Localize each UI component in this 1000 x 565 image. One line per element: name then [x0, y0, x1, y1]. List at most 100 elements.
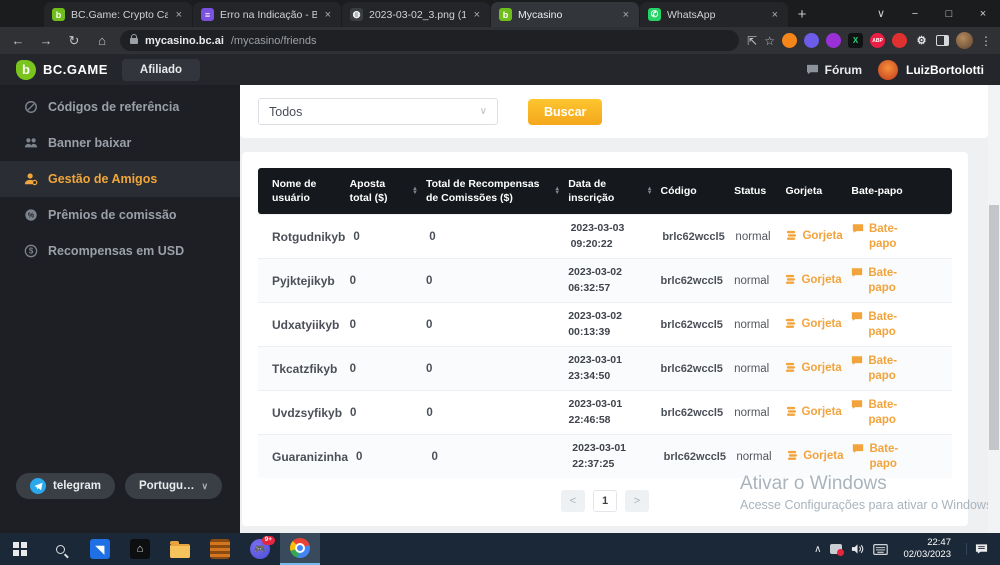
- tray-chevron-up-icon[interactable]: ∧: [814, 544, 821, 555]
- phantom-extension-icon[interactable]: [804, 33, 819, 48]
- exchange-extension-icon[interactable]: X: [848, 33, 863, 48]
- action-center-button[interactable]: [966, 543, 996, 555]
- maximize-button[interactable]: □: [932, 0, 966, 27]
- volume-icon[interactable]: [851, 543, 864, 555]
- taskbar-clock[interactable]: 22:47 02/03/2023: [897, 537, 957, 561]
- prev-page-button[interactable]: <: [561, 490, 585, 512]
- start-button[interactable]: [0, 533, 40, 565]
- metamask-extension-icon[interactable]: [782, 33, 797, 48]
- whatsapp-favicon: ✆: [648, 8, 661, 21]
- minimize-button[interactable]: −: [898, 0, 932, 27]
- tab-title: WhatsApp: [667, 9, 764, 21]
- taskbar-file-explorer[interactable]: [160, 533, 200, 565]
- back-button[interactable]: ←: [8, 33, 28, 48]
- tab-whatsapp[interactable]: ✆ WhatsApp ×: [640, 2, 788, 27]
- bookmark-star-icon[interactable]: ☆: [764, 34, 775, 48]
- tip-link[interactable]: Gorjeta: [785, 361, 851, 376]
- cell-username: Udxatyiikyb: [258, 318, 350, 332]
- tip-link[interactable]: Gorjeta: [785, 273, 851, 288]
- cell-bet: 0: [350, 363, 426, 375]
- tab-mycasino-active[interactable]: b Mycasino ×: [491, 2, 639, 27]
- username-label[interactable]: LuizBortolotti: [906, 63, 984, 77]
- cell-code: brlc62wccl5: [662, 231, 735, 243]
- purple-extension-icon[interactable]: [826, 33, 841, 48]
- side-panel-icon[interactable]: [936, 35, 949, 46]
- tab-close-icon[interactable]: ×: [174, 9, 184, 21]
- sort-icon[interactable]: ▲▼: [647, 187, 653, 196]
- taskbar-games-app[interactable]: 🎮9+: [240, 533, 280, 565]
- table-row: Udxatyiikyb 0 0 2023-03-0200:13:39 brlc6…: [258, 302, 952, 346]
- chat-link[interactable]: Bate-papo: [851, 310, 952, 340]
- tab-erro-indicacao[interactable]: ≡ Erro na Indicação - BC.Game ×: [193, 2, 341, 27]
- system-tray: ∧ 22:47 02/03/2023: [814, 533, 1000, 565]
- tab-close-icon[interactable]: ×: [323, 9, 333, 21]
- search-button[interactable]: Buscar: [528, 99, 602, 125]
- tab-png-image[interactable]: ◍ 2023-03-02_3.png (1024×76 ×: [342, 2, 490, 27]
- col-code: Código: [661, 178, 735, 204]
- reload-button[interactable]: ↻: [64, 33, 84, 49]
- chat-link[interactable]: Bate-papo: [851, 266, 952, 296]
- forum-chat-icon: [806, 64, 819, 75]
- sidebar-item-referral-codes[interactable]: Códigos de referência: [0, 89, 240, 125]
- header-right: Fórum LuizBortolotti: [806, 60, 984, 80]
- taskbar-app-blue[interactable]: ◥: [80, 533, 120, 565]
- sidebar-item-banner-download[interactable]: Banner baixar: [0, 125, 240, 161]
- next-page-button[interactable]: >: [625, 490, 649, 512]
- blocker-extension-icon[interactable]: [892, 33, 907, 48]
- filter-select[interactable]: Todos ∨: [258, 98, 498, 125]
- tab-close-icon[interactable]: ×: [621, 9, 631, 21]
- tip-link[interactable]: Gorjeta: [786, 229, 852, 244]
- new-tab-button[interactable]: +: [789, 2, 815, 27]
- tab-close-icon[interactable]: ×: [770, 9, 780, 21]
- sidebar: Códigos de referência Banner baixar Gest…: [0, 85, 240, 533]
- chat-link[interactable]: Bate-papo: [852, 222, 952, 252]
- tip-link[interactable]: Gorjeta: [785, 317, 851, 332]
- forum-label: Fórum: [825, 63, 862, 77]
- sidebar-item-friends-management[interactable]: Gestão de Amigos: [0, 161, 240, 197]
- language-selector[interactable]: Portugu… ∨: [125, 473, 222, 499]
- sidebar-bottom: telegram Portugu… ∨: [16, 473, 222, 499]
- bcgame-favicon: b: [499, 8, 512, 21]
- coins-icon: [786, 406, 797, 417]
- browser-menu-icon[interactable]: ⋮: [980, 34, 992, 48]
- cell-bet: 0: [350, 319, 426, 331]
- scrollbar-thumb[interactable]: [989, 205, 999, 450]
- bcgame-logo[interactable]: b BC.GAME: [16, 60, 108, 80]
- tab-close-icon[interactable]: ×: [472, 9, 482, 21]
- user-avatar[interactable]: [878, 60, 898, 80]
- chat-link[interactable]: Bate-papo: [851, 354, 952, 384]
- tip-link[interactable]: Gorjeta: [787, 449, 852, 464]
- forum-link[interactable]: Fórum: [806, 63, 862, 77]
- cell-date: 2023-03-0123:34:50: [568, 353, 660, 385]
- telegram-button[interactable]: telegram: [16, 473, 115, 499]
- close-window-button[interactable]: ×: [966, 0, 1000, 27]
- tip-link[interactable]: Gorjeta: [786, 405, 852, 420]
- forward-button[interactable]: →: [36, 33, 56, 48]
- sidebar-item-usd-rewards[interactable]: $ Recompensas em USD: [0, 233, 240, 269]
- taskbar-chrome[interactable]: [280, 533, 320, 565]
- address-bar[interactable]: mycasino.bc.ai /mycasino/friends: [120, 30, 739, 51]
- browser-profile-avatar[interactable]: [956, 32, 973, 49]
- sidebar-item-commission-rewards[interactable]: % Prêmios de comissão: [0, 197, 240, 233]
- share-icon[interactable]: ⇱: [747, 34, 757, 48]
- tab-bcgame[interactable]: b BC.Game: Crypto Casino Gam ×: [44, 2, 192, 27]
- chrome-icon: [290, 538, 310, 558]
- cell-username: Uvdzsyfikyb: [258, 406, 350, 420]
- tray-app-icon[interactable]: [830, 544, 842, 554]
- home-button[interactable]: ⌂: [92, 33, 112, 48]
- taskbar-app-orange[interactable]: [200, 533, 240, 565]
- sort-icon[interactable]: ▲▼: [412, 187, 418, 196]
- chat-link[interactable]: Bate-papo: [852, 442, 952, 472]
- current-page-button[interactable]: 1: [593, 490, 617, 512]
- list-favicon: ≡: [201, 8, 214, 21]
- chat-link[interactable]: Bate-papo: [851, 398, 952, 428]
- page-scrollbar[interactable]: [988, 85, 1000, 533]
- affiliate-nav-button[interactable]: Afiliado: [122, 59, 200, 81]
- extensions-puzzle-icon[interactable]: ⚙: [914, 33, 929, 48]
- sort-icon[interactable]: ▲▼: [554, 187, 560, 196]
- adblock-extension-icon[interactable]: ABP: [870, 33, 885, 48]
- taskbar-app-dark[interactable]: ⌂: [120, 533, 160, 565]
- taskbar-search-button[interactable]: [40, 533, 80, 565]
- tab-search-icon[interactable]: ∨: [864, 0, 898, 27]
- touch-keyboard-icon[interactable]: [873, 544, 888, 555]
